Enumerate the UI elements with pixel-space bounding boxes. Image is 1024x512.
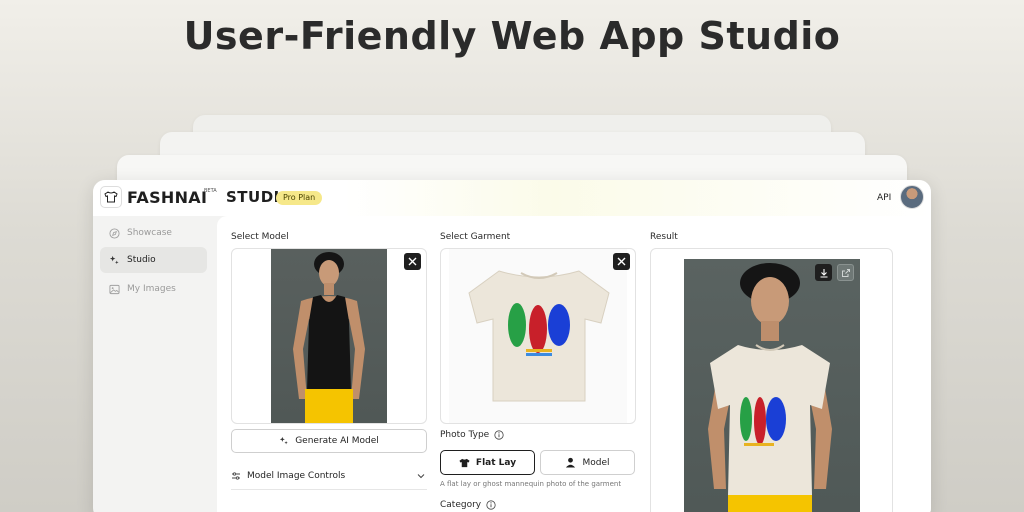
model-photo [271,249,387,423]
select-garment-label: Select Garment [440,232,511,242]
hero-title: User-Friendly Web App Studio [183,14,841,58]
download-button[interactable] [815,264,832,281]
sidebar: Showcase Studio My Images [93,216,213,512]
top-bar: FASHNAI BETA STUDIO Pro Plan API [93,180,931,216]
photo-type-helper: A flat lay or ghost mannequin photo of t… [440,480,622,488]
beta-tag: BETA [204,188,217,194]
option-label: Model [582,457,610,468]
photo-type-row: Photo Type [440,430,504,440]
remove-model-button[interactable] [404,253,421,270]
person-icon [565,457,576,468]
shirt-logo-icon[interactable] [100,186,122,208]
avatar[interactable] [900,185,924,209]
accordion-label: Model Image Controls [247,470,346,481]
sliders-icon [231,471,241,481]
result-photo [684,259,860,512]
sparkles-icon [279,436,289,446]
close-icon [617,257,626,266]
info-icon[interactable] [486,500,496,510]
result-label: Result [650,232,678,242]
app-window: FASHNAI BETA STUDIO Pro Plan API Showcas… [93,180,931,512]
tshirt-icon [459,458,470,468]
garment-photo [449,249,627,423]
remove-garment-button[interactable] [613,253,630,270]
plan-badge: Pro Plan [276,191,323,205]
close-icon [408,257,417,266]
sparkles-icon [108,254,120,266]
button-label: Generate AI Model [295,436,379,446]
result-image-card [650,248,893,512]
sidebar-item-label: My Images [127,284,176,294]
sidebar-item-studio[interactable]: Studio [100,247,207,273]
select-model-label: Select Model [231,232,289,242]
generate-ai-model-button[interactable]: Generate AI Model [231,429,427,453]
category-row: Category [440,500,496,510]
chevron-down-icon [417,473,425,479]
compass-icon [108,227,120,239]
model-image-controls-toggle[interactable]: Model Image Controls [231,462,427,490]
category-label: Category [440,500,482,510]
external-link-icon [841,268,850,277]
flat-lay-option[interactable]: Flat Lay [440,450,535,475]
sidebar-item-showcase[interactable]: Showcase [100,220,207,246]
garment-image-card[interactable] [440,248,636,424]
open-external-button[interactable] [837,264,854,281]
sidebar-item-label: Showcase [127,228,172,238]
model-image-card[interactable] [231,248,427,424]
info-icon[interactable] [494,430,504,440]
image-icon [108,283,120,295]
brand-name[interactable]: FASHNAI [127,188,207,207]
photo-type-label: Photo Type [440,430,490,440]
sidebar-item-my-images[interactable]: My Images [100,276,207,302]
api-link[interactable]: API [877,193,891,203]
studio-main: Select Model Generate AI Model Model Ima… [217,216,931,512]
model-option[interactable]: Model [540,450,635,475]
option-label: Flat Lay [475,457,517,468]
sidebar-item-label: Studio [127,255,156,265]
download-icon [820,268,827,278]
